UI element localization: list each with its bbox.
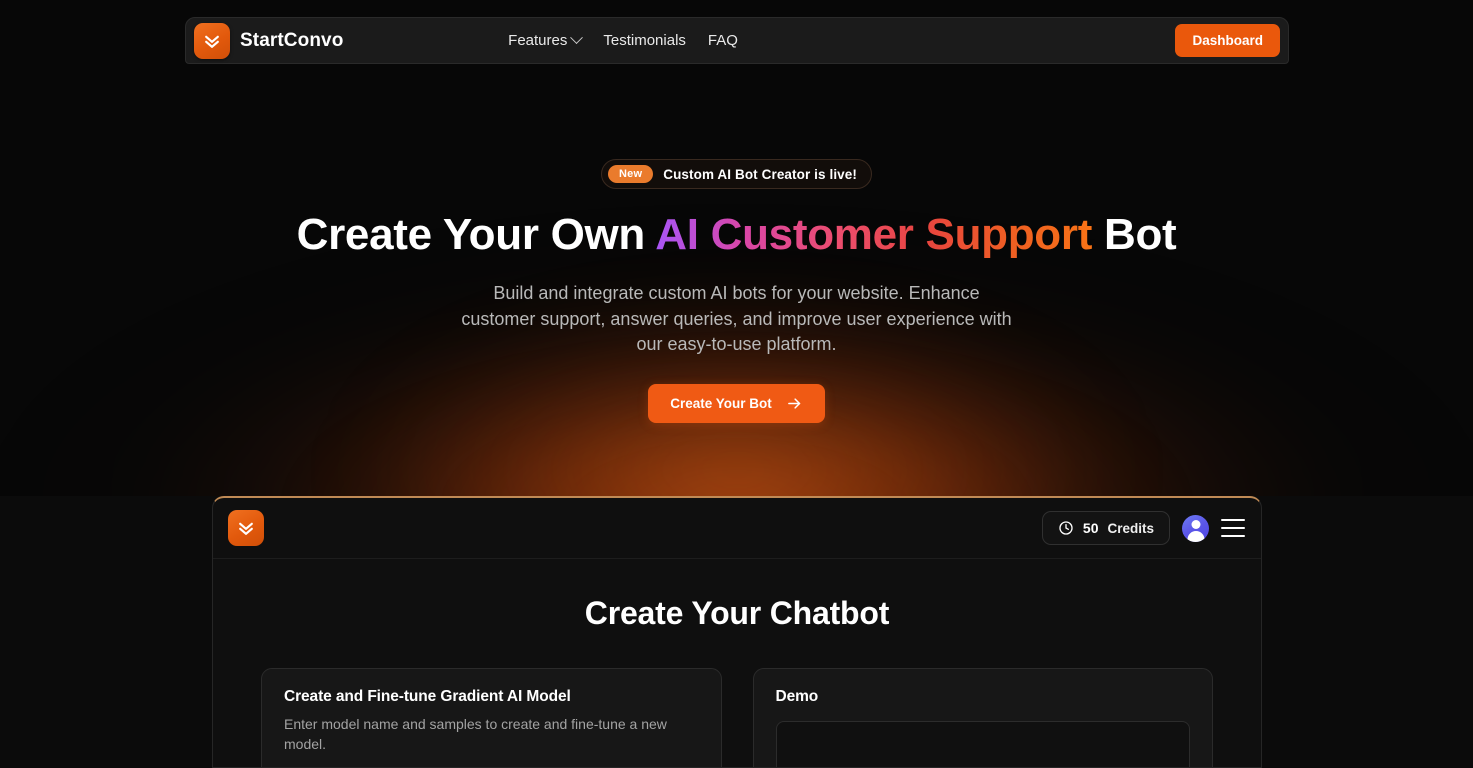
dashboard-button[interactable]: Dashboard (1175, 24, 1280, 57)
arrow-right-icon (786, 396, 803, 411)
brand-logo[interactable]: StartConvo (194, 22, 344, 59)
nav-item-label: Features (508, 32, 568, 49)
app-body: Create Your Chatbot Create and Fine-tune… (213, 595, 1261, 767)
hero-title-gradient: AI Customer Support (655, 210, 1093, 259)
hamburger-line (1221, 535, 1245, 537)
card-title: Create and Fine-tune Gradient AI Model (284, 688, 571, 705)
card-demo[interactable]: Demo (752, 668, 1213, 767)
app-topbar-actions: 50 Credits (1041, 511, 1245, 545)
user-avatar-icon[interactable] (1182, 514, 1209, 542)
hamburger-line (1221, 519, 1245, 521)
hamburger-line (1221, 527, 1245, 529)
nav-item-features[interactable]: Features (508, 31, 584, 49)
hero-subtitle: Build and integrate custom AI bots for y… (461, 283, 1012, 355)
hero-title-part1: Create Your Own (296, 210, 656, 259)
site-header: StartConvo Features Testimonials FAQ Das… (185, 17, 1289, 64)
demo-preview-box[interactable] (775, 721, 1190, 767)
chevron-down-icon (570, 31, 584, 45)
card-description: Enter model name and samples to create a… (284, 716, 667, 753)
nav-item-label: Testimonials (603, 32, 686, 49)
app-preview-panel: 50 Credits Create Your Chatbot Create an… (212, 496, 1262, 768)
credits-label: Credits (1107, 520, 1154, 536)
cards-row: Create and Fine-tune Gradient AI Model E… (261, 668, 1213, 767)
clock-icon (1058, 520, 1074, 536)
credits-count: 50 (1082, 520, 1099, 536)
badge-text: Custom AI Bot Creator is live! (663, 166, 857, 182)
announcement-badge[interactable]: New Custom AI Bot Creator is live! (601, 159, 872, 189)
double-chevron-down-icon (194, 22, 230, 59)
main-nav: Features Testimonials FAQ (508, 31, 738, 49)
brand-name: StartConvo (240, 29, 344, 51)
nav-item-testimonials[interactable]: Testimonials (603, 32, 686, 49)
create-your-bot-button[interactable]: Create Your Bot (648, 384, 825, 424)
app-page-title: Create Your Chatbot (584, 595, 890, 631)
hero-title: Create Your Own AI Customer Support Bot (0, 210, 1473, 259)
hero-title-part2: Bot (1092, 210, 1177, 259)
nav-item-label: FAQ (707, 32, 738, 49)
app-logo-icon[interactable] (228, 510, 264, 546)
credits-pill[interactable]: 50 Credits (1041, 511, 1170, 545)
cta-label: Create Your Bot (670, 396, 772, 412)
page-root: StartConvo Features Testimonials FAQ Das… (0, 0, 1473, 768)
hamburger-menu-icon[interactable] (1221, 519, 1245, 537)
card-title: Demo (775, 688, 819, 705)
app-topbar: 50 Credits (213, 498, 1261, 559)
nav-item-faq[interactable]: FAQ (708, 32, 738, 49)
card-create-finetune-model[interactable]: Create and Fine-tune Gradient AI Model E… (261, 668, 722, 767)
badge-new-label: New (608, 165, 654, 183)
